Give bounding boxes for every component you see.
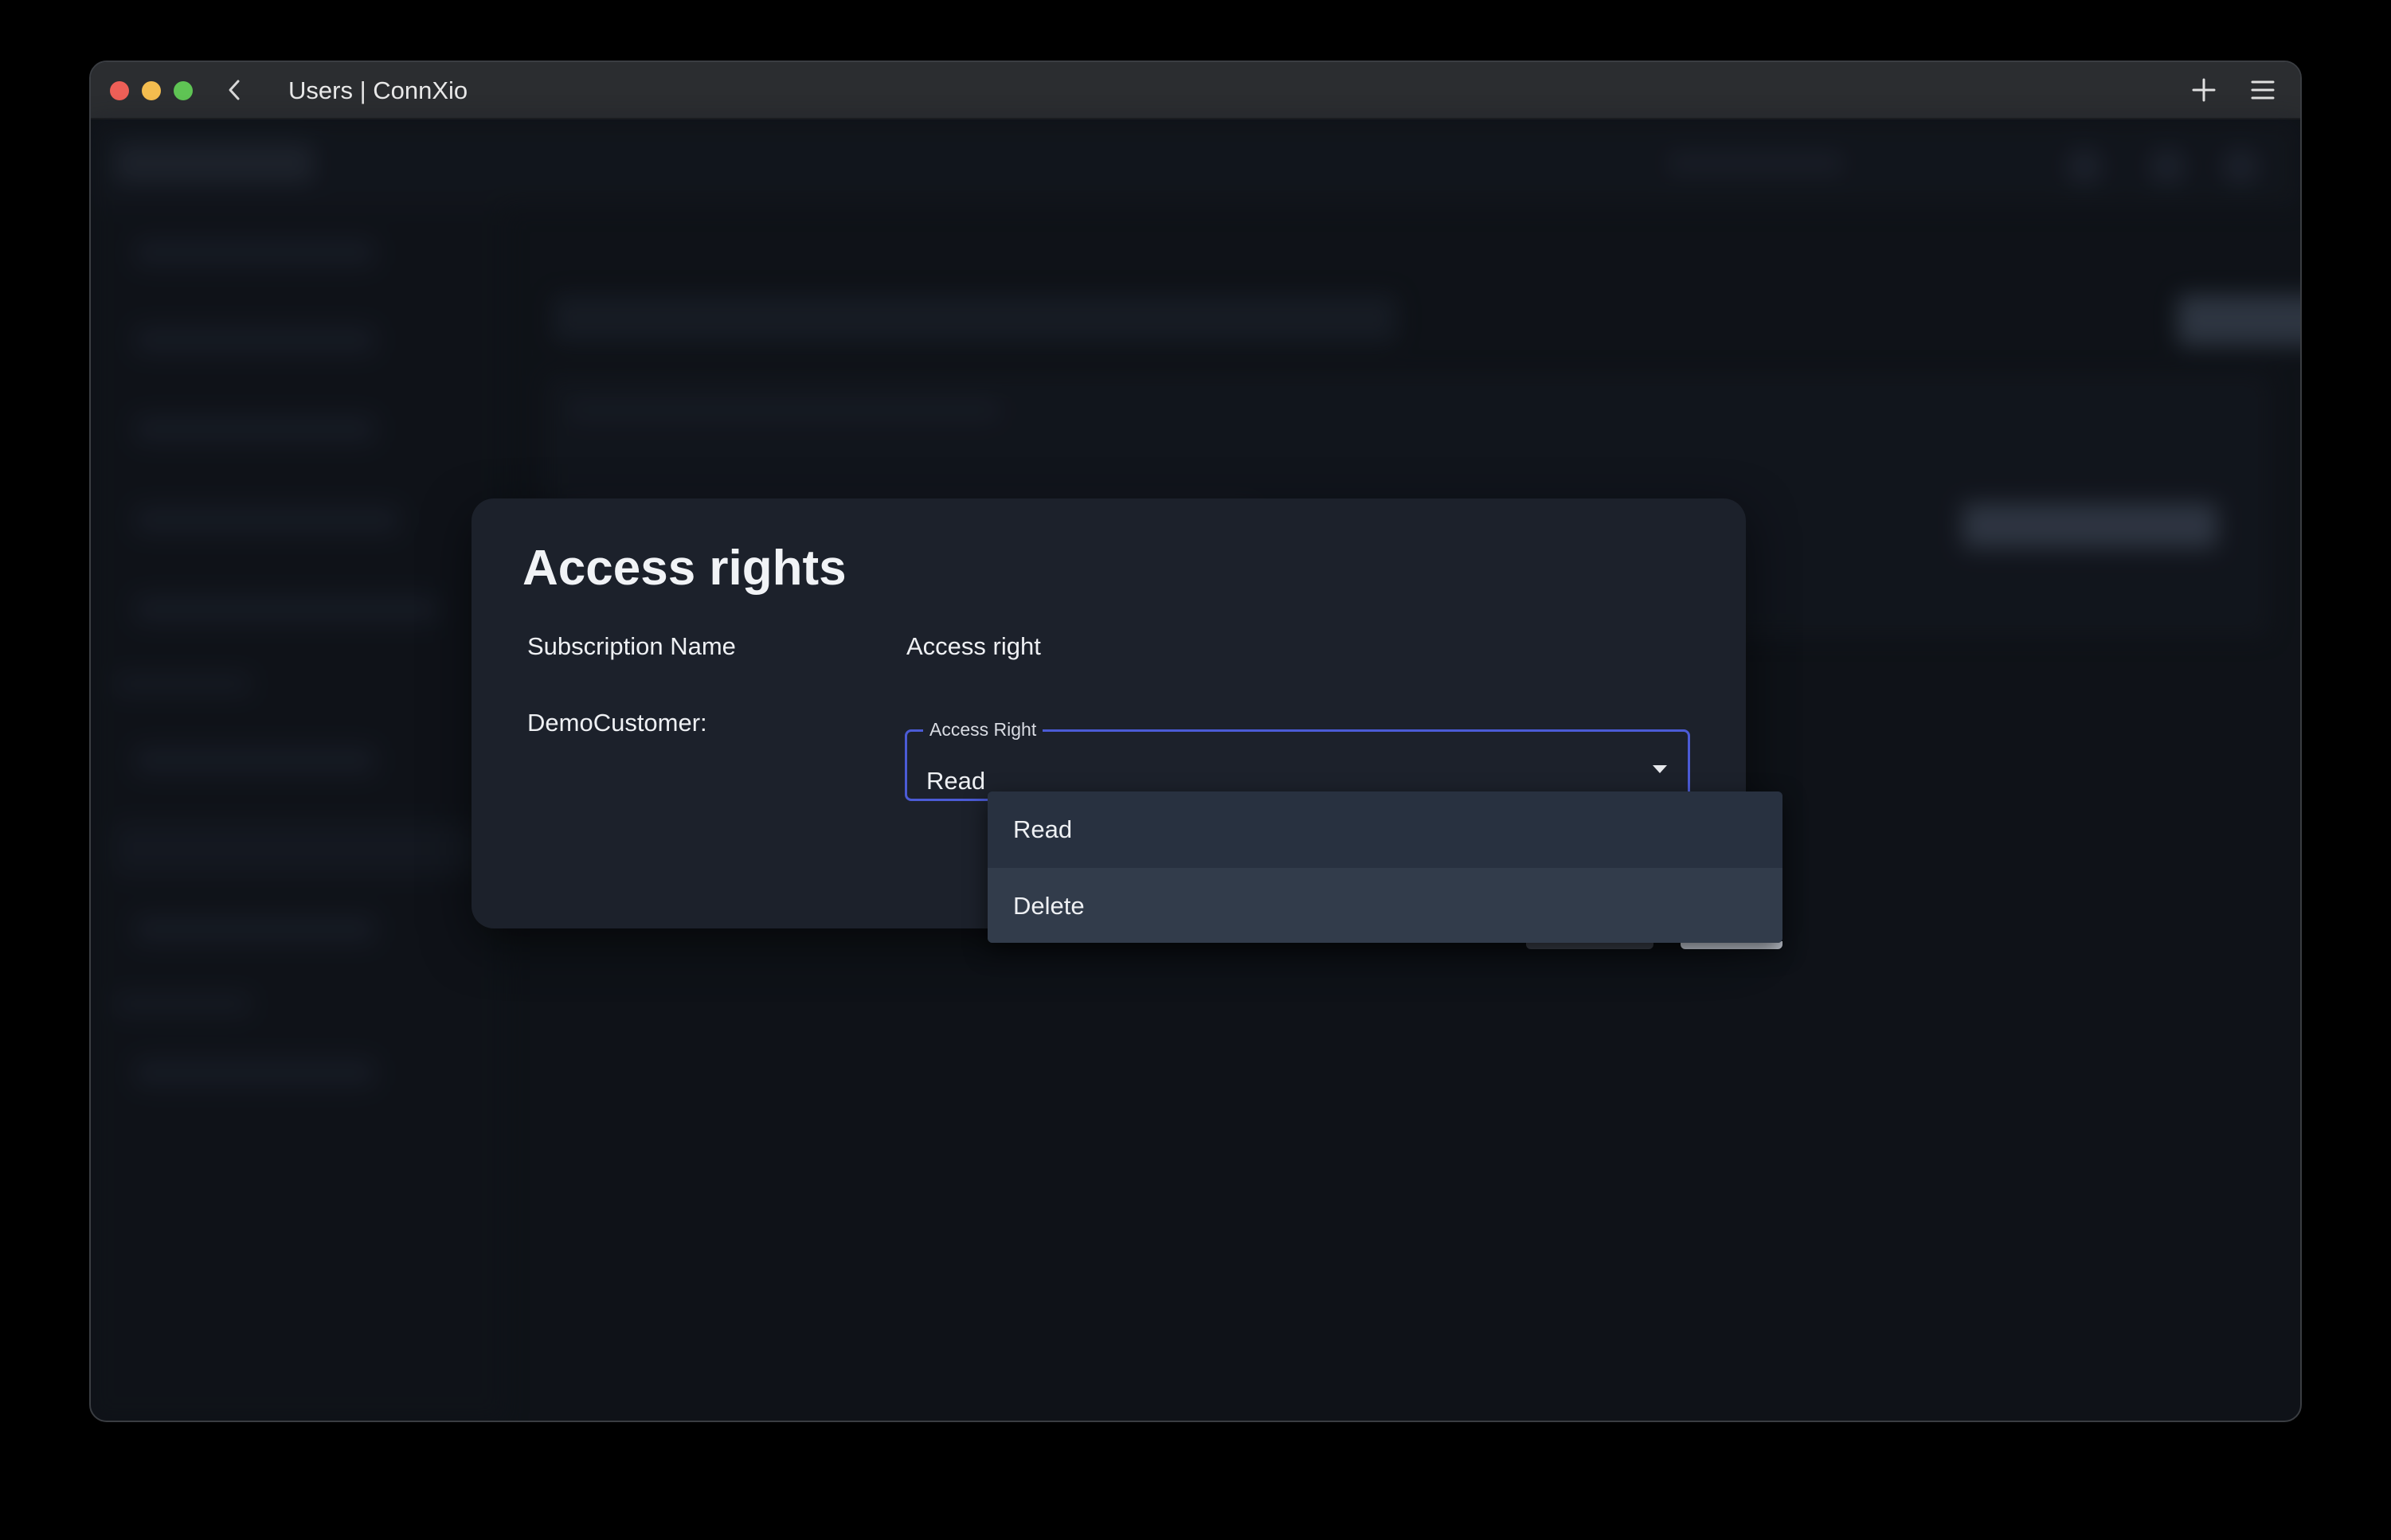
close-window-button[interactable] — [110, 81, 129, 100]
access-right-header: Access right — [906, 632, 1041, 660]
dialog-title: Access rights — [522, 541, 847, 596]
window-title: Users | ConnXio — [288, 76, 468, 104]
maximize-window-button[interactable] — [174, 81, 193, 100]
subscription-name-header: Subscription Name — [527, 632, 736, 660]
caret-down-icon[interactable] — [1651, 764, 1669, 775]
option-read[interactable]: Read — [988, 791, 1782, 868]
new-tab-plus-icon[interactable] — [2190, 76, 2217, 104]
option-label: Read — [1013, 815, 1073, 843]
access-right-options-menu: Read Delete — [988, 791, 1782, 943]
back-arrow-icon[interactable] — [223, 78, 247, 102]
minimize-window-button[interactable] — [142, 81, 161, 100]
option-label: Delete — [1013, 892, 1085, 920]
select-label: Access Right — [923, 717, 1043, 741]
option-delete[interactable]: Delete — [988, 868, 1782, 943]
select-current-value: Read — [926, 767, 986, 795]
title-bar: Users | ConnXio — [91, 62, 2300, 119]
access-right-select[interactable]: Access Right Read — [905, 717, 1690, 801]
hamburger-menu-icon[interactable] — [2249, 78, 2276, 102]
subscription-name-value: DemoCustomer: — [527, 709, 707, 737]
